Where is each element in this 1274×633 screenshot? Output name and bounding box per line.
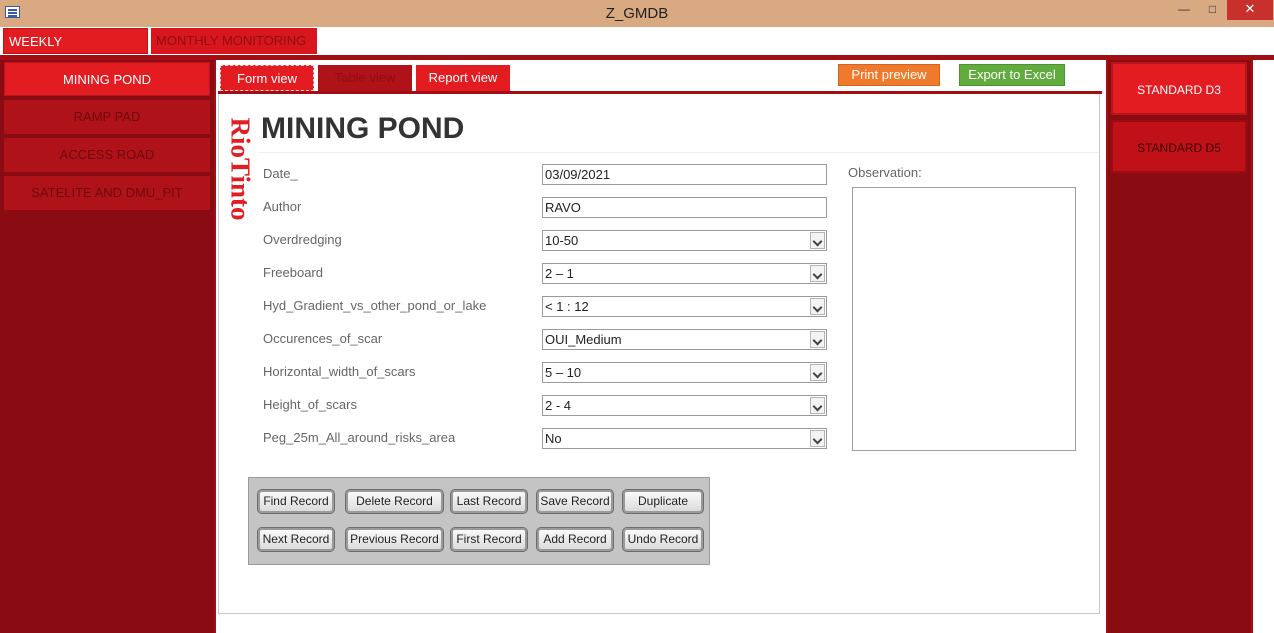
title-bar: Z_GMDB — □ ✕ xyxy=(0,0,1274,27)
print-preview-button[interactable]: Print preview xyxy=(838,64,940,86)
close-button[interactable]: ✕ xyxy=(1227,0,1273,20)
logo-text: RioTinto xyxy=(225,117,256,221)
freeboard-label: Freeboard xyxy=(263,265,323,280)
page-title: MINING POND xyxy=(261,112,465,145)
right-sidebar: STANDARD D3 STANDARD D5 xyxy=(1106,60,1251,633)
tab-form-view[interactable]: Form view xyxy=(220,65,314,91)
window-edge xyxy=(1251,60,1274,633)
peg-25m-select[interactable]: No xyxy=(542,428,827,449)
riotinto-logo: RioTinto xyxy=(224,104,256,234)
minimize-button[interactable]: — xyxy=(1170,0,1198,20)
record-button-panel: Find Record Delete Record Last Record Sa… xyxy=(248,477,710,565)
previous-record-button[interactable]: Previous Record xyxy=(345,527,444,552)
height-of-scars-value: 2 - 4 xyxy=(545,398,572,413)
observation-textarea[interactable] xyxy=(852,187,1076,451)
overdredging-select[interactable]: 10-50 xyxy=(542,230,827,251)
occurences-of-scar-label: Occurences_of_scar xyxy=(263,331,383,346)
hyd-gradient-select[interactable]: < 1 : 12 xyxy=(542,296,827,317)
save-record-button[interactable]: Save Record xyxy=(536,489,614,514)
chevron-down-icon[interactable] xyxy=(810,430,825,447)
date-field[interactable]: 03/09/2021 xyxy=(542,164,827,185)
freeboard-value: 2 – 1 xyxy=(545,266,574,281)
horizontal-width-select[interactable]: 5 – 10 xyxy=(542,362,827,383)
peg-25m-label: Peg_25m_All_around_risks_area xyxy=(263,430,456,445)
main-panel: Form view Table view Report view Print p… xyxy=(214,60,1106,633)
hyd-gradient-value: < 1 : 12 xyxy=(545,299,589,314)
first-record-button[interactable]: First Record xyxy=(450,527,528,552)
overdredging-value: 10-50 xyxy=(545,233,579,248)
occurences-of-scar-select[interactable]: OUI_Medium xyxy=(542,329,827,350)
tab-table-view[interactable]: Table view xyxy=(318,65,412,91)
height-of-scars-label: Height_of_scars xyxy=(263,397,357,412)
delete-record-button[interactable]: Delete Record xyxy=(345,489,444,514)
last-record-button[interactable]: Last Record xyxy=(450,489,528,514)
chevron-down-icon[interactable] xyxy=(810,232,825,249)
author-value: RAVO xyxy=(545,200,581,215)
form-area: RioTinto MINING POND Date_ 03/09/2021 Au… xyxy=(218,94,1100,614)
horizontal-width-value: 5 – 10 xyxy=(545,365,582,380)
sidebar-item-satelite-dmu-pit[interactable]: SATELITE AND DMU_PIT xyxy=(4,176,210,210)
find-record-button[interactable]: Find Record xyxy=(257,489,335,514)
occurences-of-scar-value: OUI_Medium xyxy=(545,332,622,347)
horizontal-width-label: Horizontal_width_of_scars xyxy=(263,364,416,379)
sidebar-item-access-road[interactable]: ACCESS ROAD xyxy=(4,138,210,172)
freeboard-select[interactable]: 2 – 1 xyxy=(542,263,827,284)
chevron-down-icon[interactable] xyxy=(810,298,825,315)
maximize-button[interactable]: □ xyxy=(1199,0,1226,20)
author-field[interactable]: RAVO xyxy=(542,197,827,218)
add-record-button[interactable]: Add Record xyxy=(536,527,614,552)
tab-report-view[interactable]: Report view xyxy=(416,65,510,91)
standard-d5-button[interactable]: STANDARD D5 xyxy=(1111,120,1247,173)
peg-25m-value: No xyxy=(545,431,562,446)
undo-record-button[interactable]: Undo Record xyxy=(622,527,704,552)
window-title: Z_GMDB xyxy=(605,5,669,22)
chevron-down-icon[interactable] xyxy=(810,265,825,282)
chevron-down-icon[interactable] xyxy=(810,364,825,381)
next-record-button[interactable]: Next Record xyxy=(257,527,335,552)
hyd-gradient-label: Hyd_Gradient_vs_other_pond_or_lake xyxy=(263,298,487,313)
observation-label: Observation: xyxy=(848,165,922,180)
top-tabs: WEEKLY MONITORING MONTHLY MONITORING xyxy=(0,27,1274,75)
date-label: Date_ xyxy=(263,166,298,181)
left-sidebar: MINING POND RAMP PAD ACCESS ROAD SATELIT… xyxy=(0,60,214,633)
author-label: Author xyxy=(263,199,302,214)
chevron-down-icon[interactable] xyxy=(810,397,825,414)
overdredging-label: Overdredging xyxy=(263,232,342,247)
sidebar-item-ramp-pad[interactable]: RAMP PAD xyxy=(4,100,210,134)
standard-d3-button[interactable]: STANDARD D3 xyxy=(1111,62,1247,115)
sidebar-item-mining-pond[interactable]: MINING POND xyxy=(4,62,210,96)
tab-weekly-monitoring[interactable]: WEEKLY MONITORING xyxy=(3,28,148,75)
duplicate-button[interactable]: Duplicate xyxy=(622,489,704,514)
title-divider xyxy=(259,152,1099,153)
chevron-down-icon[interactable] xyxy=(810,331,825,348)
date-value: 03/09/2021 xyxy=(545,167,611,182)
tab-monthly-monitoring[interactable]: MONTHLY MONITORING xyxy=(151,28,317,54)
height-of-scars-select[interactable]: 2 - 4 xyxy=(542,395,827,416)
export-to-excel-button[interactable]: Export to Excel xyxy=(959,64,1065,86)
